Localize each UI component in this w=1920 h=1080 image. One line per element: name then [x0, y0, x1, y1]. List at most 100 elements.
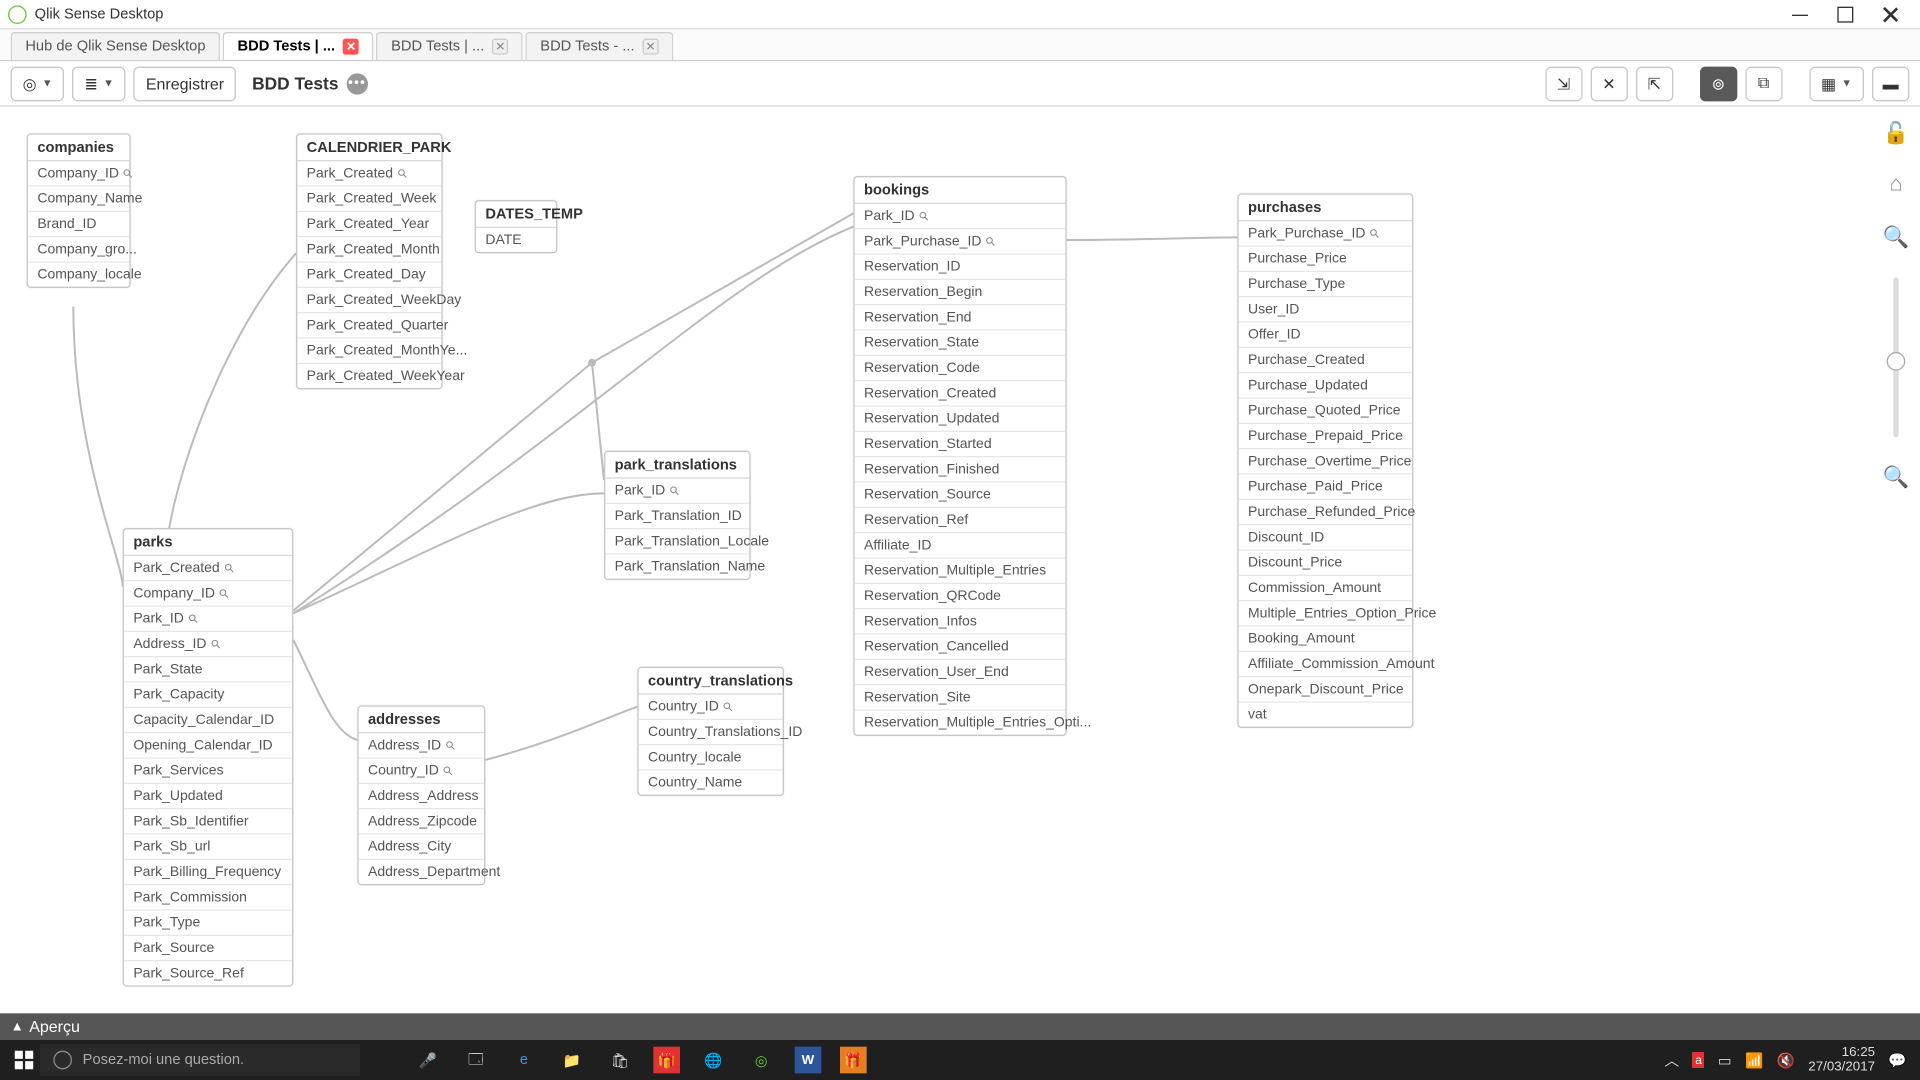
- field-row[interactable]: Capacity_Calendar_ID: [124, 708, 292, 733]
- field-row[interactable]: Commission_Amount: [1239, 576, 1412, 601]
- field-row[interactable]: Reservation_Site: [855, 685, 1066, 710]
- field-row[interactable]: Booking_Amount: [1239, 627, 1412, 652]
- field-row[interactable]: Purchase_Created: [1239, 348, 1412, 373]
- table-country_translations[interactable]: country_translationsCountry_ID⚲Country_T…: [637, 667, 784, 796]
- table-companies[interactable]: companiesCompany_ID⚲Company_NameBrand_ID…: [27, 133, 131, 288]
- field-row[interactable]: Reservation_Ref: [855, 508, 1066, 533]
- field-row[interactable]: Purchase_Quoted_Price: [1239, 399, 1412, 424]
- table-header[interactable]: CALENDRIER_PARK: [297, 135, 441, 162]
- clock[interactable]: 16:25 27/03/2017: [1808, 1045, 1875, 1074]
- field-row[interactable]: Park_Source_Ref: [124, 961, 292, 985]
- field-row[interactable]: Park_ID⚲: [124, 607, 292, 632]
- table-purchases[interactable]: purchasesPark_Purchase_ID⚲Purchase_Price…: [1237, 193, 1413, 728]
- field-row[interactable]: Park_Sb_Identifier: [124, 809, 292, 834]
- field-row[interactable]: Onepark_Discount_Price: [1239, 677, 1412, 702]
- expand-button[interactable]: ⇱: [1636, 66, 1673, 101]
- field-row[interactable]: Park_Created_WeekDay: [297, 288, 441, 313]
- field-row[interactable]: Reservation_End: [855, 305, 1066, 330]
- field-row[interactable]: Address_Zipcode: [359, 809, 484, 834]
- maximize-button[interactable]: [1837, 6, 1853, 22]
- tray-app-icon[interactable]: a: [1693, 1052, 1705, 1068]
- field-row[interactable]: Discount_ID: [1239, 525, 1412, 550]
- collapse-button[interactable]: ⇲: [1545, 66, 1582, 101]
- field-row[interactable]: Park_Sb_url: [124, 835, 292, 860]
- field-row[interactable]: Address_Address: [359, 784, 484, 809]
- field-row[interactable]: Country_Name: [639, 771, 783, 795]
- field-row[interactable]: Reservation_Updated: [855, 407, 1066, 432]
- field-row[interactable]: Park_Created_Month: [297, 237, 441, 262]
- field-row[interactable]: Brand_ID: [28, 212, 129, 237]
- tab-app-1[interactable]: BDD Tests | ... ✕: [223, 32, 374, 60]
- chrome-icon[interactable]: 🌐: [699, 1045, 728, 1074]
- action-center-icon[interactable]: 💬: [1888, 1051, 1906, 1068]
- store-icon[interactable]: 🛍: [605, 1045, 634, 1074]
- home-icon[interactable]: ⌂: [1890, 173, 1903, 197]
- zoom-in-icon[interactable]: 🔍: [1883, 224, 1910, 251]
- field-row[interactable]: Park_Source: [124, 936, 292, 961]
- field-row[interactable]: Reservation_Finished: [855, 457, 1066, 482]
- field-row[interactable]: Reservation_Cancelled: [855, 635, 1066, 660]
- cortana-search[interactable]: Posez-moi une question.: [40, 1044, 360, 1076]
- field-row[interactable]: Park_Created_Quarter: [297, 313, 441, 338]
- close-icon[interactable]: ✕: [343, 39, 359, 55]
- field-row[interactable]: Reservation_Multiple_Entries: [855, 559, 1066, 584]
- field-row[interactable]: Park_Created⚲: [124, 556, 292, 581]
- field-row[interactable]: Park_Created_Week: [297, 187, 441, 212]
- field-row[interactable]: Park_Translation_Name: [605, 555, 749, 579]
- table-bookings[interactable]: bookingsPark_ID⚲Park_Purchase_ID⚲Reserva…: [853, 176, 1066, 736]
- field-row[interactable]: Reservation_Started: [855, 432, 1066, 457]
- field-row[interactable]: DATE: [476, 228, 556, 252]
- field-row[interactable]: Address_City: [359, 835, 484, 860]
- field-row[interactable]: Address_ID⚲: [359, 733, 484, 758]
- table-header[interactable]: purchases: [1239, 195, 1412, 222]
- field-row[interactable]: Park_Billing_Frequency: [124, 860, 292, 885]
- field-row[interactable]: Purchase_Price: [1239, 247, 1412, 272]
- wifi-icon[interactable]: 📶: [1745, 1051, 1763, 1068]
- table-header[interactable]: park_translations: [605, 452, 749, 479]
- field-row[interactable]: Offer_ID: [1239, 323, 1412, 348]
- field-row[interactable]: User_ID: [1239, 297, 1412, 322]
- field-row[interactable]: Park_ID⚲: [605, 479, 749, 504]
- field-row[interactable]: Purchase_Prepaid_Price: [1239, 424, 1412, 449]
- battery-icon[interactable]: ▭: [1718, 1051, 1732, 1068]
- field-row[interactable]: Park_Commission: [124, 885, 292, 910]
- task-view-icon[interactable]: 🗔: [461, 1045, 490, 1074]
- field-row[interactable]: Company_ID⚲: [124, 581, 292, 606]
- field-row[interactable]: Reservation_Infos: [855, 609, 1066, 634]
- edge-icon[interactable]: e: [509, 1045, 538, 1074]
- more-icon[interactable]: •••: [346, 73, 367, 94]
- table-header[interactable]: parks: [124, 529, 292, 556]
- field-row[interactable]: Park_Created_WeekYear: [297, 364, 441, 388]
- field-row[interactable]: Address_ID⚲: [124, 632, 292, 657]
- field-row[interactable]: Park_Created_MonthYe...: [297, 339, 441, 364]
- field-row[interactable]: Country_Translations_ID: [639, 720, 783, 745]
- close-button[interactable]: [1883, 6, 1899, 22]
- grid-menu[interactable]: ▦ ▼: [1809, 66, 1864, 101]
- tray-chevron-icon[interactable]: ︿: [1665, 1049, 1680, 1070]
- qlik-icon[interactable]: ◎: [747, 1045, 776, 1074]
- field-row[interactable]: Affiliate_Commission_Amount: [1239, 652, 1412, 677]
- table-parks[interactable]: parksPark_Created⚲Company_ID⚲Park_ID⚲Add…: [123, 528, 294, 987]
- table-header[interactable]: country_translations: [639, 668, 783, 695]
- table-header[interactable]: DATES_TEMP: [476, 201, 556, 228]
- field-row[interactable]: Company_ID⚲: [28, 161, 129, 186]
- field-row[interactable]: Country_locale: [639, 745, 783, 770]
- field-row[interactable]: Park_Services: [124, 759, 292, 784]
- table-header[interactable]: companies: [28, 135, 129, 162]
- field-row[interactable]: Park_Created⚲: [297, 161, 441, 186]
- field-row[interactable]: Company_Name: [28, 187, 129, 212]
- field-row[interactable]: Reservation_State: [855, 331, 1066, 356]
- field-row[interactable]: Park_Updated: [124, 784, 292, 809]
- table-view-button[interactable]: ⧉: [1745, 66, 1782, 101]
- field-row[interactable]: Reservation_User_End: [855, 660, 1066, 685]
- list-menu[interactable]: ≣ ▼: [73, 66, 126, 101]
- shuffle-button[interactable]: ✕: [1590, 66, 1627, 101]
- close-icon[interactable]: ✕: [492, 39, 508, 55]
- app-icon-1[interactable]: 🎁: [653, 1047, 680, 1074]
- field-row[interactable]: Reservation_Created: [855, 381, 1066, 406]
- footer-bar[interactable]: ▲ Aperçu: [0, 1013, 1920, 1040]
- field-row[interactable]: Park_Capacity: [124, 683, 292, 708]
- field-row[interactable]: Multiple_Entries_Option_Price: [1239, 601, 1412, 626]
- field-row[interactable]: Park_Purchase_ID⚲: [855, 229, 1066, 254]
- save-button[interactable]: Enregistrer: [134, 66, 236, 101]
